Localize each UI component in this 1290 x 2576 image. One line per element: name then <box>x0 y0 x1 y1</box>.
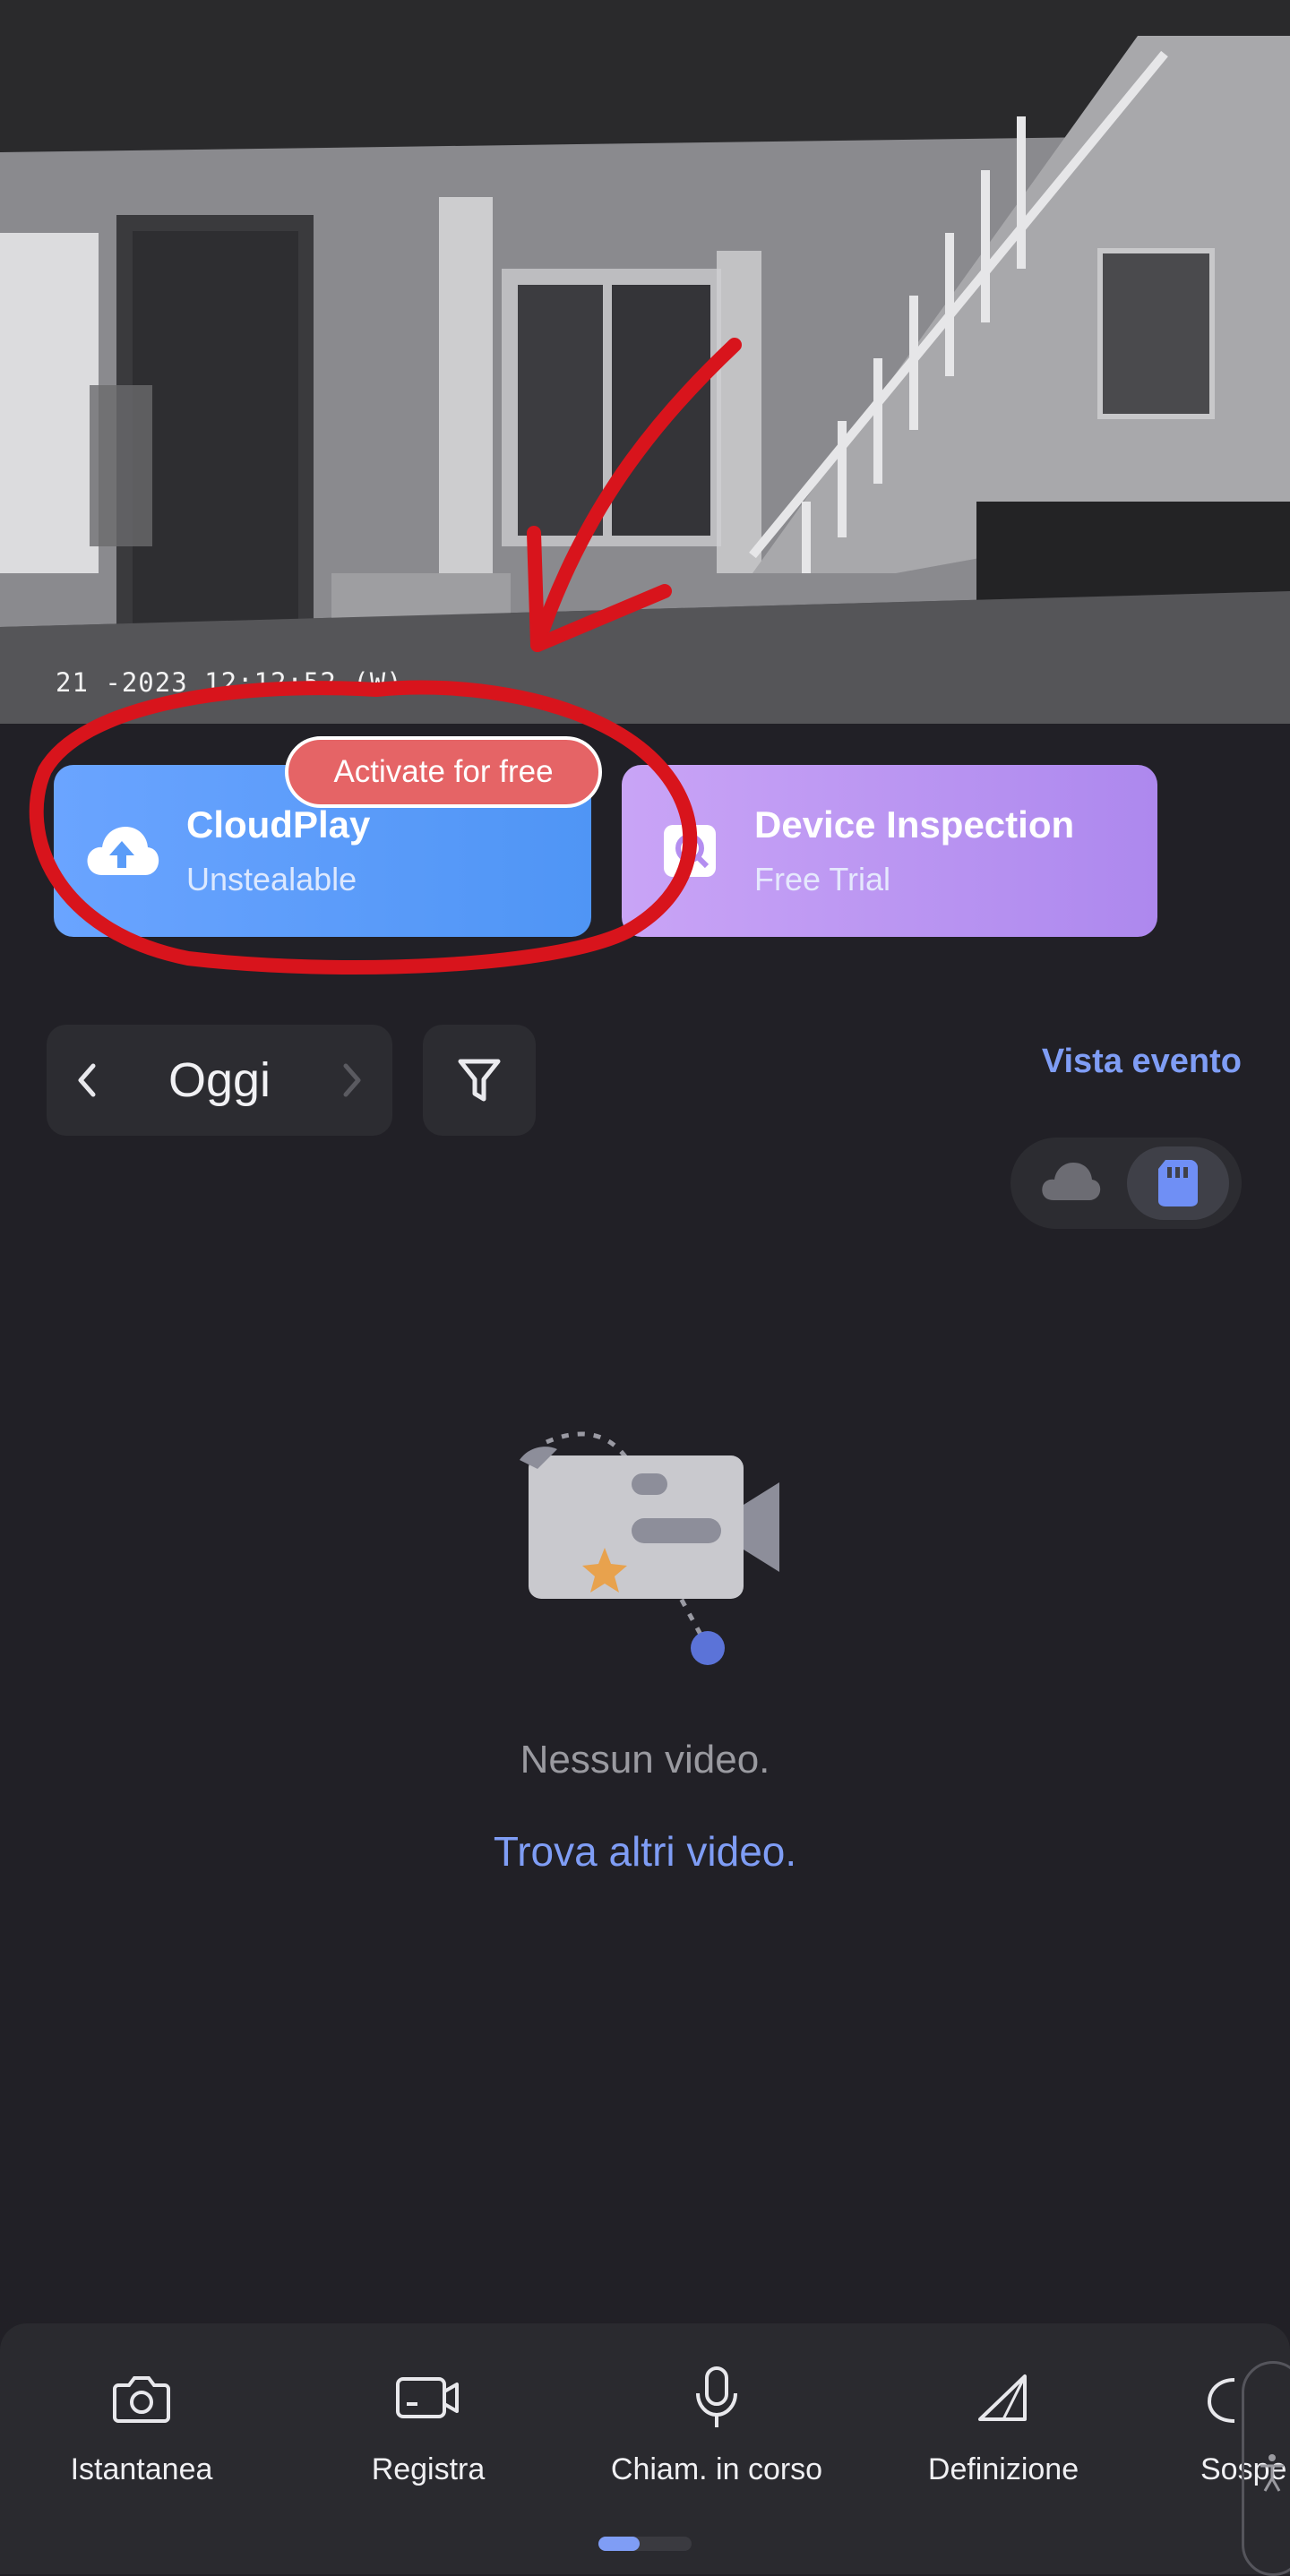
find-more-videos-link[interactable]: Trova altri video. <box>0 1827 1290 1876</box>
page-indicator-active <box>598 2537 640 2551</box>
sd-card-option[interactable] <box>1127 1146 1229 1220</box>
chevron-left-icon <box>78 1063 96 1097</box>
definition-button[interactable]: Definizione <box>887 2348 1120 2487</box>
next-day-button[interactable] <box>312 1025 392 1136</box>
sleep-icon <box>1207 2378 1235 2423</box>
camera-timestamp: 21 -2023 12:12:52 (W) <box>56 667 403 698</box>
call-button[interactable]: Chiam. in corso <box>600 2348 833 2487</box>
call-label: Chiam. in corso <box>610 2452 823 2486</box>
empty-video-illustration <box>520 1431 779 1665</box>
previous-day-button[interactable] <box>47 1025 127 1136</box>
record-button[interactable]: Registra <box>312 2348 545 2487</box>
activate-free-badge[interactable]: Activate for free <box>285 736 602 808</box>
accessibility-icon <box>1260 2454 1284 2492</box>
cloudplay-title: CloudPlay <box>186 803 371 846</box>
device-inspection-subtitle: Free Trial <box>754 861 891 897</box>
date-navigator: Oggi <box>47 1025 392 1136</box>
cloudplay-subtitle: Unstealable <box>186 861 357 897</box>
cloud-upload-icon <box>84 813 159 889</box>
cloud-storage-option[interactable] <box>1039 1157 1102 1212</box>
record-label: Registra <box>371 2452 486 2486</box>
chevron-right-icon <box>343 1063 361 1097</box>
no-video-message: Nessun video. <box>520 1738 770 1782</box>
device-inspection-card[interactable]: Device Inspection Free Trial <box>622 765 1157 937</box>
event-view-link[interactable]: Vista evento <box>1042 1043 1242 1081</box>
definition-icon <box>978 2374 1027 2421</box>
date-label: Oggi <box>168 1053 271 1107</box>
accessibility-handle[interactable] <box>1242 2361 1290 2576</box>
camera-scene <box>0 0 1290 724</box>
snapshot-label: Istantanea <box>70 2452 213 2486</box>
inspection-icon <box>652 813 727 889</box>
camera-live-feed[interactable]: 21 -2023 12:12:52 (W) <box>0 0 1290 724</box>
toolbar-page-indicator <box>598 2537 692 2551</box>
microphone-icon <box>696 2366 737 2427</box>
device-inspection-title: Device Inspection <box>754 803 1075 846</box>
snapshot-button[interactable]: Istantanea <box>25 2348 258 2487</box>
camera-icon <box>113 2376 170 2423</box>
cloud-icon <box>1042 1163 1101 1200</box>
storage-source-toggle <box>1010 1138 1242 1229</box>
video-record-icon <box>396 2377 459 2418</box>
filter-button[interactable] <box>423 1025 536 1136</box>
definition-label: Definizione <box>927 2452 1079 2486</box>
filter-icon <box>458 1059 501 1102</box>
sd-card-icon <box>1158 1160 1198 1206</box>
